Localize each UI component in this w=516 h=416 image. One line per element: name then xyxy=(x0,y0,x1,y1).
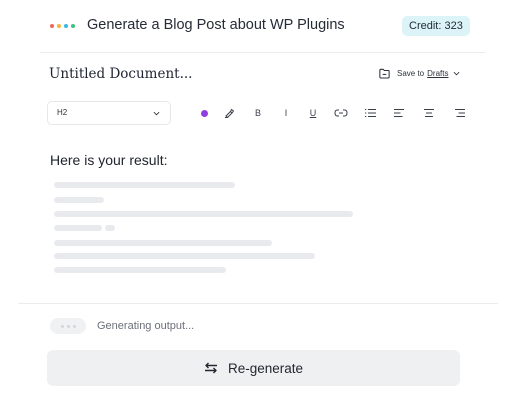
swap-arrows-icon xyxy=(204,362,217,374)
regenerate-button[interactable]: Re-generate xyxy=(47,350,460,386)
loading-dots-icon xyxy=(50,318,86,334)
italic-icon: I xyxy=(284,108,288,118)
dot-4 xyxy=(71,24,75,28)
save-prefix: Save to xyxy=(397,68,425,78)
list-button[interactable] xyxy=(364,107,376,119)
align-right-button[interactable] xyxy=(454,107,465,119)
brand-dots-icon xyxy=(50,23,75,29)
align-center-icon xyxy=(423,109,434,117)
loading-dot xyxy=(60,324,64,328)
underline-icon: U xyxy=(309,108,317,118)
dot-2 xyxy=(57,24,61,28)
loading-dot xyxy=(66,324,70,328)
align-left-button[interactable] xyxy=(393,107,404,119)
align-center-button[interactable] xyxy=(423,107,434,119)
skeleton-line xyxy=(54,267,226,273)
link-icon xyxy=(333,109,348,117)
bold-icon: B xyxy=(254,108,261,118)
list-icon xyxy=(364,109,376,117)
skeleton-line xyxy=(54,182,235,188)
footer-divider xyxy=(18,303,498,304)
app-header: Generate a Blog Post about WP Plugins Cr… xyxy=(0,0,516,52)
credit-badge: Credit: 323 xyxy=(402,16,470,36)
dot-1 xyxy=(50,24,54,28)
align-right-icon xyxy=(454,109,465,117)
skeleton-line xyxy=(105,225,115,231)
italic-button[interactable]: I xyxy=(282,107,290,119)
document-title[interactable]: Untitled Document... xyxy=(49,66,192,82)
underline-button[interactable]: U xyxy=(308,107,318,119)
skeleton-line xyxy=(54,211,353,217)
generating-status: Generating output... xyxy=(97,320,195,332)
chevron-down-icon xyxy=(153,111,160,116)
color-dot-icon xyxy=(200,109,208,117)
skeleton-line xyxy=(54,225,102,231)
highlight-button[interactable] xyxy=(223,107,235,119)
save-to-drafts-button[interactable]: Save to Drafts xyxy=(378,64,460,82)
heading-select-value: H2 xyxy=(57,108,68,117)
highlighter-icon xyxy=(225,108,234,118)
dot-3 xyxy=(64,24,68,28)
page-title: Generate a Blog Post about WP Plugins xyxy=(87,17,345,33)
result-heading: Here is your result: xyxy=(50,152,168,168)
folder-icon xyxy=(379,68,390,78)
loading-dot xyxy=(72,324,76,328)
regenerate-label: Re-generate xyxy=(227,360,304,376)
chevron-down-icon xyxy=(454,71,460,75)
text-color-button[interactable] xyxy=(200,107,208,119)
link-button[interactable] xyxy=(333,107,348,119)
heading-select[interactable]: H2 xyxy=(47,101,171,125)
header-divider xyxy=(40,52,485,53)
skeleton-line xyxy=(54,253,315,259)
align-left-icon xyxy=(393,109,404,117)
skeleton-line xyxy=(54,197,104,203)
skeleton-line xyxy=(54,240,272,246)
bold-button[interactable]: B xyxy=(253,107,263,119)
save-target-link[interactable]: Drafts xyxy=(427,69,448,78)
